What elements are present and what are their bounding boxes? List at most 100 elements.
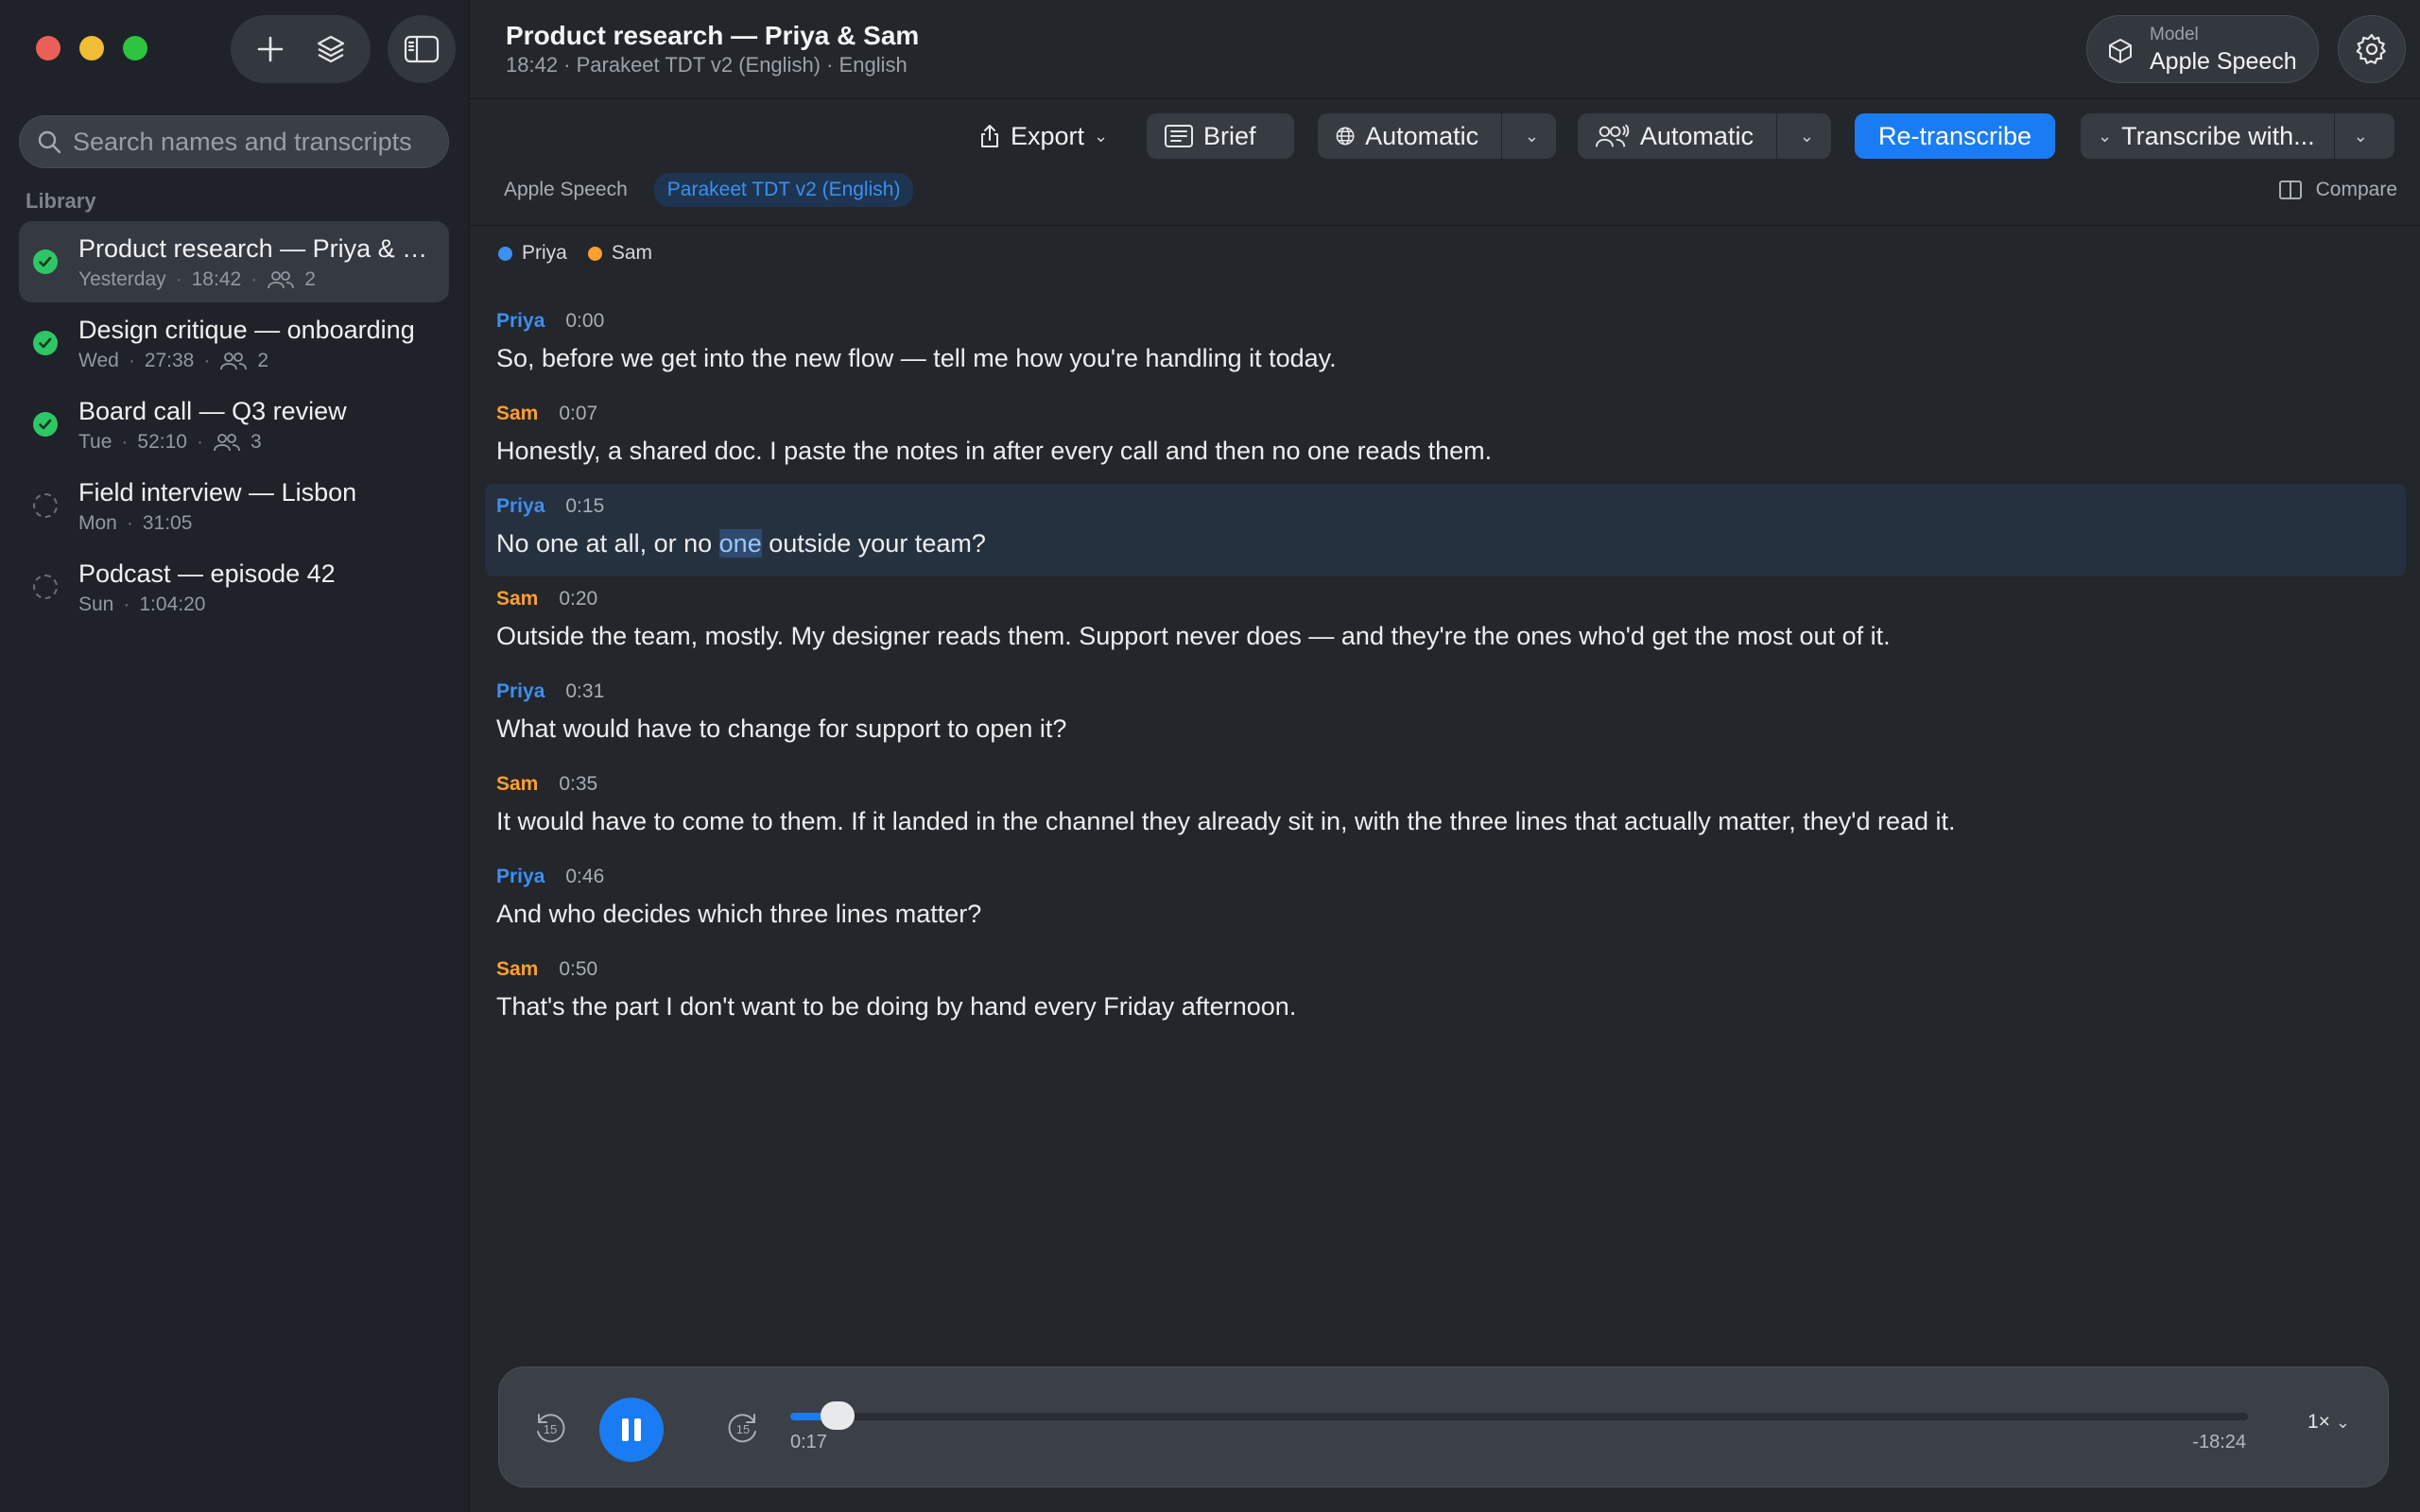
compare-label: Compare [2315,179,2397,200]
speaker-legend: Priya Sam [498,242,652,265]
library-item-title: Podcast — episode 42 [78,559,336,588]
segment-text[interactable]: So, before we get into the new flow — te… [496,344,2406,373]
library-item-meta: Sun · 1:04:20 [78,593,206,615]
transcript-segment[interactable]: Priya 0:00 So, before we get into the new … [485,299,2406,391]
transcript-segment[interactable]: Sam 0:50 That's the part I don't want to b… [485,947,2406,1040]
library-item-title: Product research — Priya & S... [78,234,438,263]
checkmark-circle-icon [33,249,58,274]
library-item[interactable]: Design critique — onboarding Wed · 27:38 · 2 [19,302,449,384]
library-item-speaker-count: 2 [257,350,269,371]
segment-header: Priya 0:00 [496,310,2406,333]
segment-text[interactable]: That's the part I don't want to be doing… [496,992,2406,1022]
library-item-meta: Yesterday · 18:42 · 2 [78,268,316,290]
model-tab[interactable]: Apple Speech [491,173,641,207]
current-word-highlight: one [718,529,762,558]
speaker-color-dot [587,246,602,261]
segment-timestamp[interactable]: 0:07 [559,403,597,425]
sidebar-actions [231,15,371,83]
segment-timestamp[interactable]: 0:50 [559,958,597,981]
main-pane: Product research — Priya & Sam 18:42 · P… [470,0,2420,1512]
transcribe-with-label: Transcribe with... [2121,121,2315,150]
playback-scrubber[interactable] [790,1401,2248,1430]
segment-speaker[interactable]: Priya [496,310,544,333]
segment-timestamp[interactable]: 0:46 [565,866,604,888]
model-tab[interactable]: Parakeet TDT v2 (English) [653,173,914,207]
export-button[interactable]: Export ⌄ [961,113,1125,159]
transcribe-with-menu[interactable]: ⌄ Transcribe with... ⌄ [2081,113,2394,159]
legend-item: Priya [498,242,567,265]
minimize-window-button[interactable] [79,36,104,60]
transcript-segment[interactable]: Priya 0:31 What would have to change for s… [485,669,2406,762]
skip-forward-button[interactable]: 15 [720,1405,766,1451]
model-label: Model [2150,25,2199,44]
library-item-meta: Tue · 52:10 · 3 [78,431,262,453]
transcript-segment[interactable]: Sam 0:35 It would have to come to them. If… [485,762,2406,854]
segment-speaker[interactable]: Sam [496,588,538,610]
brief-button[interactable]: Brief [1147,113,1294,159]
segment-text[interactable]: What would have to change for support to… [496,714,2406,744]
model-selector[interactable]: Model Apple Speech [2086,15,2319,83]
audio-player: 15 15 0:17 -18:24 1× ⌄ [498,1366,2389,1487]
toggle-sidebar-button[interactable] [388,15,456,83]
library-item[interactable]: Board call — Q3 review Tue · 52:10 · 3 [19,384,449,465]
library-item-title: Board call — Q3 review [78,397,347,425]
segment-text[interactable]: Outside the team, mostly. My designer re… [496,622,2406,651]
segment-timestamp[interactable]: 0:00 [565,310,604,333]
close-window-button[interactable] [36,36,60,60]
model-value: Apple Speech [2150,48,2297,75]
pause-button[interactable] [599,1398,664,1462]
search-icon [38,130,61,154]
library-item-meta: Mon · 31:05 [78,512,193,534]
transcript-segment[interactable]: Priya 0:15 No one at all, or no one outsid… [485,484,2406,576]
language-selector[interactable]: Automatic ⌄ [1318,113,1556,159]
segment-timestamp[interactable]: 0:20 [559,588,597,610]
globe-icon [1336,127,1355,146]
chevron-down-icon: ⌄ [2335,1412,2350,1432]
layers-button[interactable] [307,26,354,73]
segment-text[interactable]: Honestly, a shared doc. I paste the note… [496,437,2406,466]
segment-timestamp[interactable]: 0:15 [565,495,604,518]
share-icon [981,125,998,147]
segment-speaker[interactable]: Sam [496,403,538,425]
brief-label: Brief [1203,121,1256,150]
library-item[interactable]: Field interview — Lisbon Mon · 31:05 [19,465,449,546]
scrubber-thumb[interactable] [821,1401,855,1430]
sidebar-icon [404,35,440,63]
zoom-window-button[interactable] [123,36,147,60]
new-recording-button[interactable] [247,26,294,73]
segment-header: Sam 0:50 [496,958,2406,981]
segment-text[interactable]: And who decides which three lines matter… [496,900,2406,929]
segment-timestamp[interactable]: 0:31 [565,680,604,703]
segment-text[interactable]: No one at all, or no one outside your te… [496,529,2406,558]
transcript-segment[interactable]: Sam 0:07 Honestly, a shared doc. I paste t… [485,391,2406,484]
library-item[interactable]: Product research — Priya & S... Yesterday… [19,221,449,302]
playback-speed-menu[interactable]: 1× ⌄ [2308,1411,2350,1434]
transcript-segment[interactable]: Priya 0:46 And who decides which three lin… [485,854,2406,947]
segment-speaker[interactable]: Priya [496,866,544,888]
segment-speaker[interactable]: Sam [496,958,538,981]
library-item-duration: 52:10 [137,431,187,453]
segment-speaker[interactable]: Priya [496,495,544,518]
compare-button[interactable]: Compare [2278,179,2397,201]
retranscribe-button[interactable]: Re-transcribe [1855,113,2055,159]
segment-timestamp[interactable]: 0:35 [559,773,597,796]
library-header: Library [26,189,96,213]
segment-speaker[interactable]: Priya [496,680,544,703]
library-item[interactable]: Podcast — episode 42 Sun · 1:04:20 [19,546,449,627]
settings-button[interactable] [2338,15,2406,83]
search-input[interactable] [73,127,432,157]
library-list: Product research — Priya & S... Yesterday… [19,221,449,627]
skip-back-button[interactable]: 15 [527,1405,573,1451]
library-item-duration: 1:04:20 [139,593,206,615]
transcript-segment[interactable]: Sam 0:20 Outside the team, mostly. My desi… [485,576,2406,669]
segment-speaker[interactable]: Sam [496,773,538,796]
segment-text[interactable]: It would have to come to them. If it lan… [496,807,2406,836]
search-field[interactable] [19,115,449,168]
document-list-icon [1165,125,1193,147]
speakers-selector[interactable]: Automatic ⌄ [1578,113,1831,159]
checkmark-circle-icon [33,412,58,437]
tabs-divider [470,225,2420,226]
svg-text:15: 15 [736,1422,750,1436]
library-item-duration: 27:38 [144,350,195,371]
people-icon [268,271,295,289]
